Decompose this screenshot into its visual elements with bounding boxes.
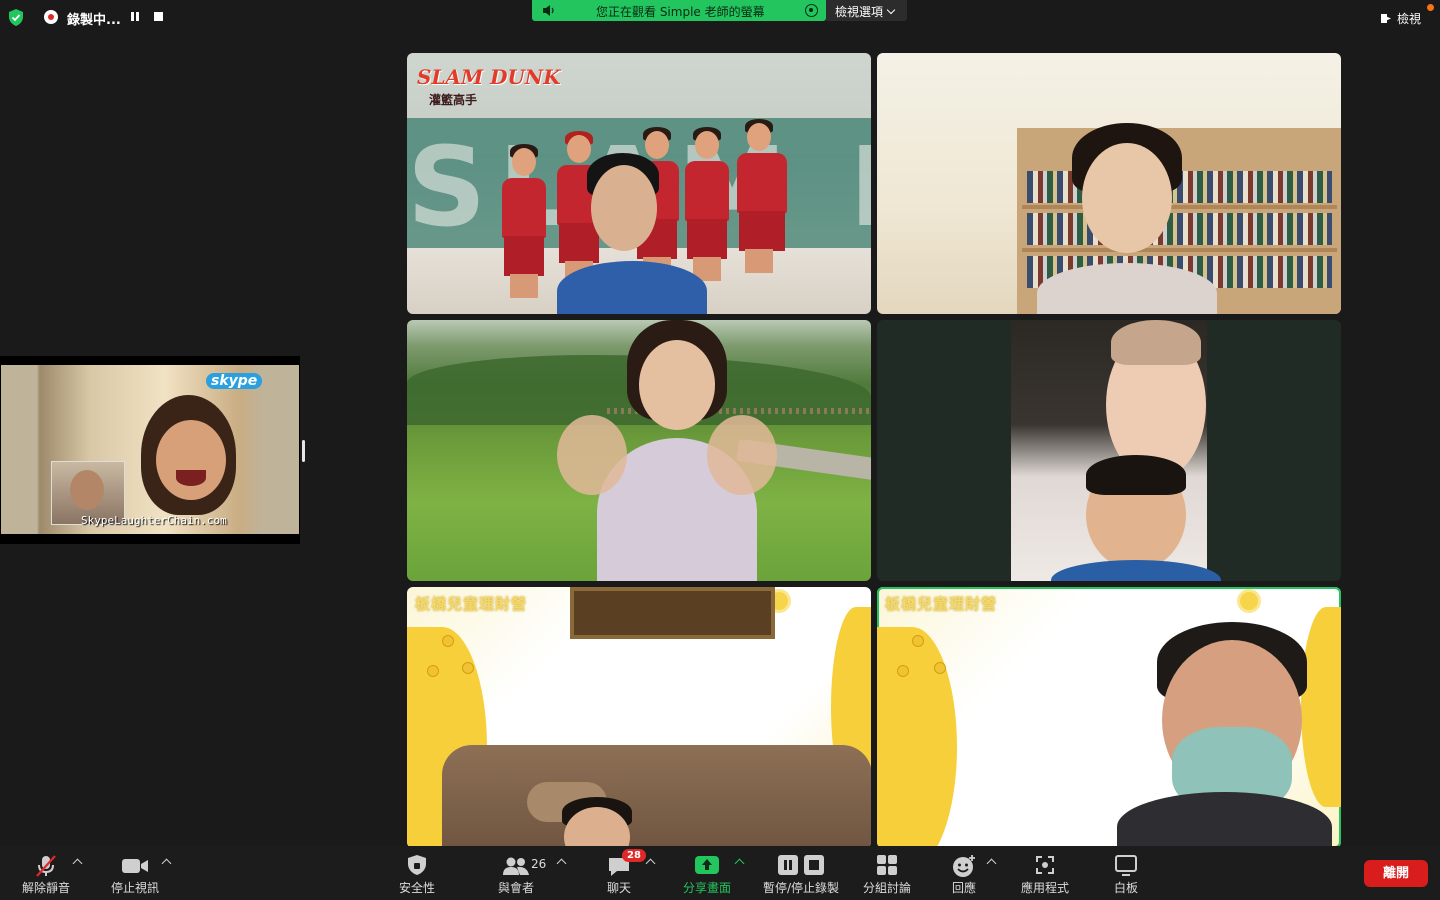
chevron-down-icon: [886, 5, 896, 15]
reactions-button[interactable]: 回應: [940, 846, 988, 900]
top-bar: 錄製中... 您正在觀看 Simple 老師的螢幕 檢視選項 檢視: [0, 0, 1440, 34]
cartoon-player: [737, 119, 787, 273]
participant-video: [552, 797, 642, 848]
slam-dunk-logo: SLAM DUNK: [417, 65, 561, 89]
stop-video-button[interactable]: 停止視訊: [100, 846, 170, 900]
muted-microphone-icon: [36, 855, 56, 877]
view-button[interactable]: 檢視: [1381, 10, 1421, 27]
screen-share-banner: 您正在觀看 Simple 老師的螢幕: [532, 0, 826, 21]
camp-brand-title: 板橋兒童理財營: [885, 595, 998, 613]
coin-icon: [427, 665, 439, 677]
video-camera-icon: [122, 859, 148, 873]
participant-video: [557, 153, 717, 314]
share-screen-label: 分享畫面: [682, 881, 731, 895]
meeting-toolbar: 解除靜音 停止視訊 安全性 26 與會者 28 聊天 分享畫面 暫停/停止錄製 …: [0, 846, 1440, 900]
video-tile-6-active-speaker[interactable]: 板橋兒童理財營: [877, 587, 1341, 848]
wall-picture-frame: [570, 587, 775, 639]
coin-icon: [462, 662, 474, 674]
notification-dot: [1427, 4, 1434, 11]
participants-label: 與會者: [497, 881, 534, 895]
coin-icon: [912, 635, 924, 647]
shared-video-face: [156, 420, 226, 500]
security-label: 安全性: [398, 881, 435, 895]
reactions-label: 回應: [951, 881, 976, 895]
stop-video-label: 停止視訊: [110, 881, 159, 895]
video-tile-4[interactable]: [877, 320, 1341, 581]
video-tile-3[interactable]: [407, 320, 871, 581]
view-options-dropdown[interactable]: 檢視選項: [826, 0, 907, 21]
whiteboard-label: 白板: [1113, 881, 1138, 895]
coin-icon: [442, 635, 454, 647]
camp-brand-title: 板橋兒童理財營: [415, 595, 528, 613]
participants-button[interactable]: 26 與會者: [486, 846, 546, 900]
video-tile-5[interactable]: 板橋兒童理財營: [407, 587, 871, 848]
pause-stop-recording-button[interactable]: 暫停/停止錄製: [756, 846, 846, 900]
resize-handle[interactable]: [302, 440, 305, 462]
participant-video: [1117, 622, 1332, 848]
pause-stop-recording-icon: [778, 855, 824, 875]
sun-icon: [1240, 592, 1258, 610]
recording-dot-icon: [44, 10, 58, 24]
pause-stop-recording-label: 暫停/停止錄製: [762, 881, 840, 895]
inset-face: [70, 470, 104, 510]
pause-recording-icon[interactable]: [131, 12, 139, 21]
recording-status: 錄製中...: [67, 13, 121, 28]
share-screen-icon: [695, 856, 719, 874]
participants-icon: [503, 857, 529, 875]
stop-recording-icon[interactable]: [154, 12, 163, 21]
coin-icon: [897, 665, 909, 677]
view-options-label: 檢視選項: [835, 5, 884, 19]
breakout-rooms-label: 分組討論: [862, 881, 911, 895]
apps-label: 應用程式: [1020, 881, 1069, 895]
remote-control-icon[interactable]: [805, 4, 818, 17]
breakout-rooms-button[interactable]: 分組討論: [856, 846, 918, 900]
participant-video: [557, 320, 777, 581]
zoom-meeting-window: 錄製中... 您正在觀看 Simple 老師的螢幕 檢視選項 檢視 skype …: [0, 0, 1440, 900]
chat-unread-badge: 28: [622, 849, 646, 862]
apps-icon: [1036, 856, 1054, 874]
screen-share-text: 您正在觀看 Simple 老師的螢幕: [596, 5, 765, 19]
coin-icon: [934, 662, 946, 674]
speaker-icon[interactable]: [542, 4, 556, 17]
unmute-label: 解除靜音: [21, 881, 70, 895]
shared-screen-content: skype SkypeLaughterChain.com: [1, 365, 299, 534]
view-label: 檢視: [1397, 12, 1422, 26]
share-screen-button[interactable]: 分享畫面: [676, 846, 738, 900]
shield-icon: [408, 855, 426, 875]
chat-label: 聊天: [606, 881, 631, 895]
cartoon-player: [502, 144, 546, 298]
video-tile-1[interactable]: SLAM DU SLAM DUNK 灌籃高手: [407, 53, 871, 314]
shared-video-mouth: [176, 470, 206, 486]
participant-video: [1027, 123, 1227, 314]
skype-logo: skype: [206, 373, 263, 389]
unmute-button[interactable]: 解除靜音: [10, 846, 82, 900]
shared-screen-thumbnail[interactable]: skype SkypeLaughterChain.com: [0, 356, 300, 544]
security-button[interactable]: 安全性: [386, 846, 448, 900]
reactions-smiley-icon: [953, 855, 975, 877]
whiteboard-button[interactable]: 白板: [1100, 846, 1152, 900]
apps-button[interactable]: 應用程式: [1012, 846, 1078, 900]
whiteboard-icon: [1115, 855, 1137, 876]
video-tile-2[interactable]: [877, 53, 1341, 314]
leave-meeting-button[interactable]: 離開: [1364, 860, 1428, 887]
breakout-rooms-icon: [877, 855, 897, 875]
participants-count: 26: [531, 857, 547, 871]
chat-button[interactable]: 28 聊天: [590, 846, 648, 900]
participants-options-caret-icon[interactable]: [556, 858, 567, 869]
virtual-bg-shape: [877, 627, 957, 848]
sofa: [442, 745, 871, 848]
security-shield-icon[interactable]: [8, 9, 24, 26]
shared-video-caption: SkypeLaughterChain.com: [81, 514, 227, 527]
slam-dunk-subtitle: 灌籃高手: [429, 93, 478, 107]
view-icon: [1381, 14, 1391, 23]
reactions-options-caret-icon[interactable]: [986, 858, 997, 869]
participant-camera-frame: [1011, 320, 1221, 581]
